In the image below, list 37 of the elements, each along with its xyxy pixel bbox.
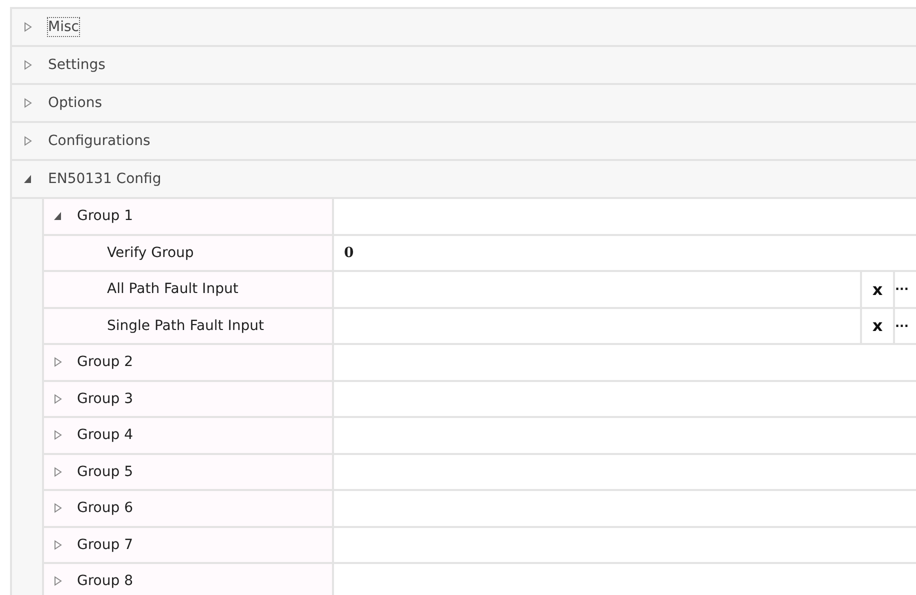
expand-icon[interactable] (24, 60, 32, 70)
expand-icon[interactable] (54, 466, 62, 477)
group-label: Group 5 (77, 464, 133, 480)
group-row[interactable]: Group 6 (42, 491, 334, 526)
group-label: Group 4 (77, 427, 133, 444)
property-name: All Path Fault Input (42, 272, 334, 306)
expand-icon[interactable] (54, 503, 62, 514)
expand-icon[interactable] (54, 576, 62, 586)
expand-icon[interactable] (24, 136, 32, 146)
category-label: EN50131 Config (47, 170, 162, 189)
expand-icon[interactable] (54, 357, 62, 368)
group-label: Group 8 (77, 573, 133, 590)
group-row[interactable]: Group 5 (42, 454, 334, 489)
group-row[interactable]: Group 3 (42, 382, 334, 416)
group-row[interactable]: Group 2 (42, 345, 334, 380)
group-label: Group 6 (77, 500, 133, 516)
group-row[interactable]: Group 1 (42, 199, 334, 234)
expand-icon[interactable] (54, 540, 62, 550)
group-row[interactable]: Group 4 (42, 418, 334, 452)
expand-icon[interactable] (54, 430, 62, 440)
group-row[interactable]: Group 8 (42, 564, 334, 595)
property-name: Verify Group (42, 236, 334, 270)
expand-icon[interactable] (54, 394, 62, 404)
collapse-icon[interactable] (54, 211, 62, 222)
category-label: Options (47, 94, 104, 113)
group-label: Group 3 (77, 390, 133, 407)
category-label: Settings (47, 56, 106, 75)
property-name: Single Path Fault Input (42, 308, 334, 343)
group-label: Group 7 (77, 536, 133, 553)
group-label: Group 1 (77, 208, 133, 224)
collapse-icon[interactable] (24, 174, 32, 184)
group-row[interactable]: Group 7 (42, 528, 334, 562)
category-label: Configurations (47, 132, 152, 151)
expand-icon[interactable] (24, 98, 32, 108)
category-label: Misc (47, 17, 80, 37)
expand-icon[interactable] (24, 22, 32, 32)
group-label: Group 2 (77, 354, 133, 370)
